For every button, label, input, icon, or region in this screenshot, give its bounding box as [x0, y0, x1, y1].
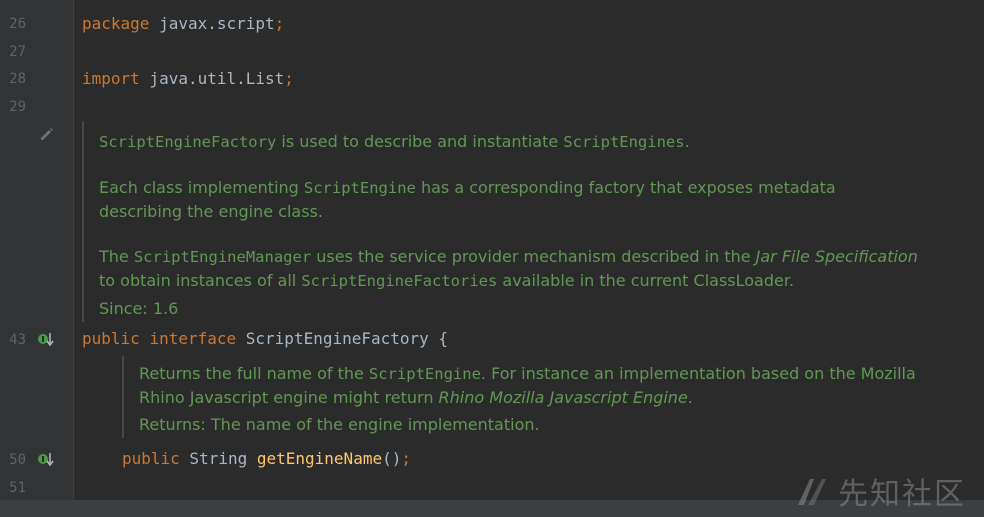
watermark: 先知社区: [794, 471, 966, 512]
doc-code: ScriptEngine: [303, 179, 416, 197]
line-number: 51: [9, 480, 26, 496]
code-text: (): [382, 449, 402, 468]
doc-since: Since: 1.6: [99, 299, 179, 318]
keyword: interface: [149, 329, 237, 348]
rendered-doc-method[interactable]: Returns the full name of the ScriptEngin…: [122, 356, 919, 438]
line-number: 26: [9, 16, 26, 32]
doc-text: available in the current ClassLoader.: [497, 271, 795, 290]
gutter-divider: [73, 0, 74, 500]
doc-text: .: [684, 132, 690, 151]
method-name: getEngineName: [256, 449, 383, 468]
doc-paragraph: Each class implementing ScriptEngine has…: [99, 176, 919, 223]
line-number: 28: [9, 71, 26, 87]
doc-returns: Returns: The name of the engine implemen…: [139, 415, 540, 434]
watermark-logo-icon: [798, 479, 826, 505]
implemented-method-icon[interactable]: [37, 331, 55, 349]
keyword: package: [82, 14, 150, 33]
type-name: String: [179, 449, 257, 468]
doc-text: Returns the full name of the: [139, 364, 369, 383]
doc-text: to obtain instances of all: [99, 271, 302, 290]
semicolon: ;: [274, 14, 285, 33]
doc-code: ScriptEngineFactories: [301, 272, 498, 290]
line-number: 27: [9, 44, 26, 60]
implemented-method-icon[interactable]: [37, 451, 55, 469]
doc-text: uses the service provider mechanism desc…: [311, 247, 756, 266]
doc-code: ScriptEngine: [368, 365, 481, 383]
code-line-method[interactable]: public String getEngineName();: [122, 448, 411, 470]
doc-code: ScriptEngines: [563, 133, 685, 151]
rendered-doc-interface[interactable]: ScriptEngineFactory is used to describe …: [82, 121, 919, 322]
code-line-interface[interactable]: public interface ScriptEngineFactory {: [82, 328, 448, 350]
doc-link[interactable]: Jar File Specification: [756, 247, 918, 266]
code-text: java.util.List: [139, 69, 285, 88]
doc-paragraph: Returns the full name of the ScriptEngin…: [139, 362, 919, 409]
keyword: public: [122, 449, 180, 468]
line-number: 50: [9, 452, 26, 468]
watermark-text: 先知社区: [838, 477, 966, 512]
semicolon: ;: [284, 69, 294, 88]
doc-code: ScriptEngineFactory: [99, 133, 277, 151]
doc-text: The: [99, 247, 134, 266]
code-line-package[interactable]: package javax.script;: [82, 13, 284, 35]
line-number: 43: [9, 332, 26, 348]
keyword: public: [82, 329, 140, 348]
code-text: ScriptEngineFactory {: [236, 329, 449, 348]
doc-emphasis: Rhino Mozilla Javascript Engine: [438, 388, 688, 407]
doc-text: Each class implementing: [99, 178, 304, 197]
doc-text: .: [687, 388, 693, 407]
code-line-import[interactable]: import java.util.List;: [82, 68, 294, 90]
keyword: import: [82, 69, 140, 88]
doc-text: is used to describe and instantiate: [276, 132, 564, 151]
code-text: javax.script: [149, 14, 275, 33]
line-number: 29: [9, 99, 26, 115]
doc-paragraph: The ScriptEngineManager uses the service…: [99, 245, 919, 293]
doc-paragraph: ScriptEngineFactory is used to describe …: [99, 130, 919, 154]
doc-code: ScriptEngineManager: [133, 248, 312, 266]
pencil-icon[interactable]: [38, 125, 56, 143]
semicolon: ;: [401, 449, 411, 468]
